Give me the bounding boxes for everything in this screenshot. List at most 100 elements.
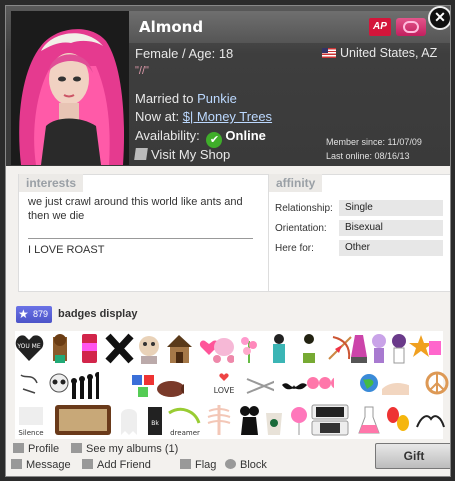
affinity-label: Here for: (275, 243, 314, 254)
albums-link-label: See my albums (1) (86, 443, 179, 455)
badge-scissors[interactable] (245, 369, 274, 403)
badge-pinky-promise[interactable] (413, 403, 448, 437)
profile-card: Almond AP ✕ Female / Age: 18 United Stat… (5, 5, 451, 477)
affinity-label: Orientation: (275, 223, 327, 234)
avatar (11, 11, 129, 165)
block-icon (225, 459, 236, 469)
availability-status: Online (225, 128, 266, 143)
affinity-value: Other (339, 240, 443, 256)
badges-title: badges display (58, 308, 138, 320)
badge-jasmine[interactable] (265, 331, 294, 365)
badge-text: LOVE (214, 386, 235, 395)
gender-age: Female / Age: 18 (135, 46, 234, 61)
badge-sketch[interactable] (15, 369, 44, 403)
albums-link[interactable]: See my albums (1) (71, 443, 178, 455)
block-label: Block (240, 459, 267, 471)
add-friend-label: Add Friend (97, 459, 151, 471)
affinity-row-orientation: Orientation: Bisexual (275, 220, 443, 236)
envelope-icon (11, 459, 22, 469)
affinity-title: affinity (269, 174, 323, 192)
interests-divider (28, 238, 253, 239)
message-link[interactable]: Message (11, 459, 71, 471)
married-prefix: Married to (135, 91, 198, 106)
badge-text: Bk (151, 420, 159, 427)
badge-you-me[interactable]: YOU ME (15, 331, 44, 365)
profile-link[interactable]: Profile (13, 443, 59, 455)
badge-beaker[interactable] (355, 403, 384, 437)
badge-aladdin[interactable] (295, 331, 324, 365)
us-flag-icon (322, 48, 336, 58)
badge-carriage[interactable] (205, 331, 234, 365)
affinity-label: Relationship: (275, 203, 333, 214)
album-icon (71, 443, 82, 453)
badge-dog[interactable] (45, 331, 74, 365)
block-link[interactable]: Block (225, 459, 267, 471)
shop-label: Visit My Shop (151, 147, 231, 162)
badge-silence[interactable]: Silence (15, 403, 44, 437)
now-at-prefix: Now at: (135, 109, 183, 124)
badge-text: dreamer (170, 429, 200, 437)
star-icon: ★ (18, 307, 29, 321)
badge-nintendo-ds[interactable] (310, 403, 350, 437)
badge-black-x[interactable] (105, 331, 134, 365)
badge-text: Silence (18, 429, 43, 437)
last-online: Last online: 08/16/13 (326, 151, 410, 161)
profile-header: Almond AP ✕ Female / Age: 18 United Stat… (6, 6, 450, 166)
message-link-label: Message (26, 459, 71, 471)
badge-ribcage[interactable] (205, 403, 234, 437)
visit-shop-link[interactable]: Visit My Shop (134, 147, 231, 162)
flag-link[interactable]: Flag (180, 459, 216, 471)
name-bar: Almond AP (129, 11, 450, 43)
location-text: United States, AZ (340, 46, 438, 60)
badge-count-number: 879 (33, 309, 49, 319)
add-friend-link[interactable]: Add Friend (82, 459, 151, 471)
badge-text: YOU ME (16, 343, 41, 350)
badge-lanterns[interactable] (383, 403, 412, 437)
badge-hands[interactable] (380, 369, 409, 403)
affinity-value: Bisexual (339, 220, 443, 236)
add-friend-icon (82, 459, 93, 469)
affinity-panel: affinity Relationship: Single Orientatio… (268, 174, 450, 292)
close-button[interactable]: ✕ (428, 6, 450, 30)
interests-panel: interests we just crawl around this worl… (18, 174, 269, 292)
location: United States, AZ (322, 46, 437, 60)
flag-icon (180, 459, 191, 469)
badge-evolution[interactable] (70, 369, 99, 403)
check-icon: ✔ (206, 132, 223, 148)
badge-animals[interactable] (155, 369, 184, 403)
flag-label: Flag (195, 459, 217, 471)
affinity-row-relationship: Relationship: Single (275, 200, 443, 216)
interests-title: interests (19, 174, 84, 192)
profile-link-label: Profile (28, 443, 60, 455)
member-since: Member since: 11/07/09 (326, 137, 422, 147)
married-to-link[interactable]: Punkie (197, 91, 237, 106)
affinity-row-here-for: Here for: Other (275, 240, 443, 256)
tagline: ʺ//ʺ (135, 65, 149, 77)
badge-pink-hearts[interactable] (305, 369, 334, 403)
now-at: Now at: $| Money Trees (135, 109, 272, 124)
gift-button[interactable]: Gift (375, 443, 450, 469)
badge-drink[interactable] (75, 331, 104, 365)
badge-house[interactable] (165, 331, 194, 365)
badge-count[interactable]: ★ 879 (16, 306, 52, 323)
badge-face[interactable] (135, 331, 164, 365)
badge-love[interactable]: LOVE (210, 369, 239, 403)
badge-peace[interactable] (423, 369, 450, 403)
ap-badge[interactable]: AP (369, 18, 391, 36)
now-at-link[interactable]: $| Money Trees (183, 109, 272, 124)
badge-grid: YOU ME LOVE Silence Bk dreamer (15, 331, 449, 439)
interests-text: we just crawl around this world like ant… (28, 196, 243, 222)
affinity-value: Single (339, 200, 443, 216)
badge-dreamer[interactable]: dreamer (165, 403, 205, 437)
availability: Availability: ✔ Online (135, 128, 266, 148)
availability-label: Availability: (135, 128, 200, 143)
badge-cherry-blossom[interactable] (235, 331, 264, 365)
interests-text-2: I LOVE ROAST (28, 244, 105, 256)
profile-icon (13, 443, 24, 453)
vip-rings-icon[interactable] (396, 18, 426, 36)
badge-ouija[interactable] (53, 403, 113, 437)
shop-bag-icon (134, 148, 148, 160)
profile-name: Almond (139, 18, 204, 36)
badge-leaf[interactable] (427, 331, 450, 365)
married-to: Married to Punkie (135, 91, 237, 106)
